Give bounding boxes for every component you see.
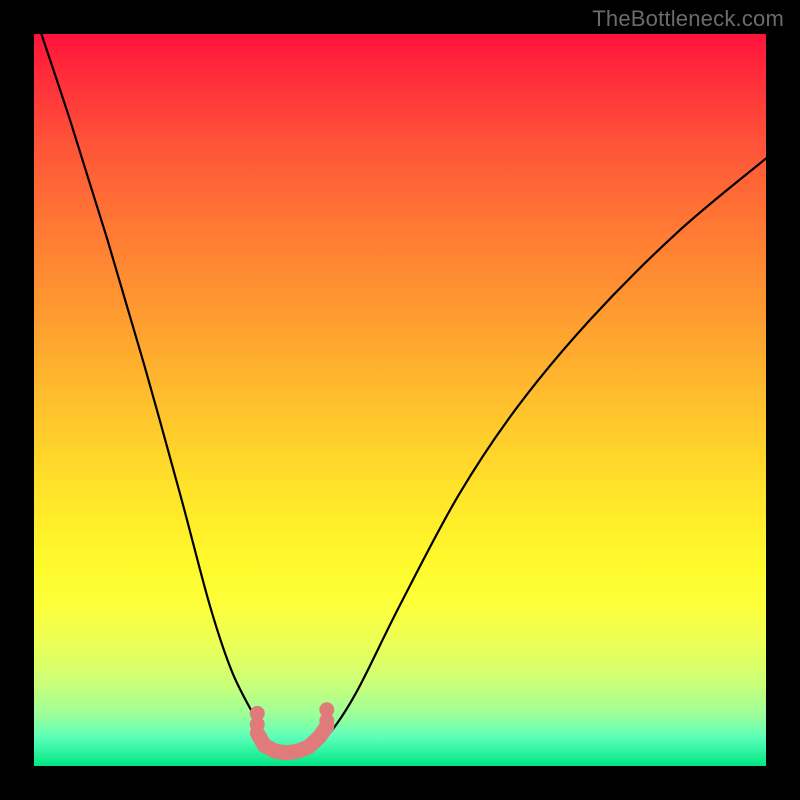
bottleneck-curve-line <box>34 34 766 755</box>
chart-frame: TheBottleneck.com <box>0 0 800 800</box>
bottom-marker-points <box>250 702 335 753</box>
plot-area <box>34 34 766 766</box>
watermark-text: TheBottleneck.com <box>592 6 784 32</box>
chart-svg <box>34 34 766 766</box>
